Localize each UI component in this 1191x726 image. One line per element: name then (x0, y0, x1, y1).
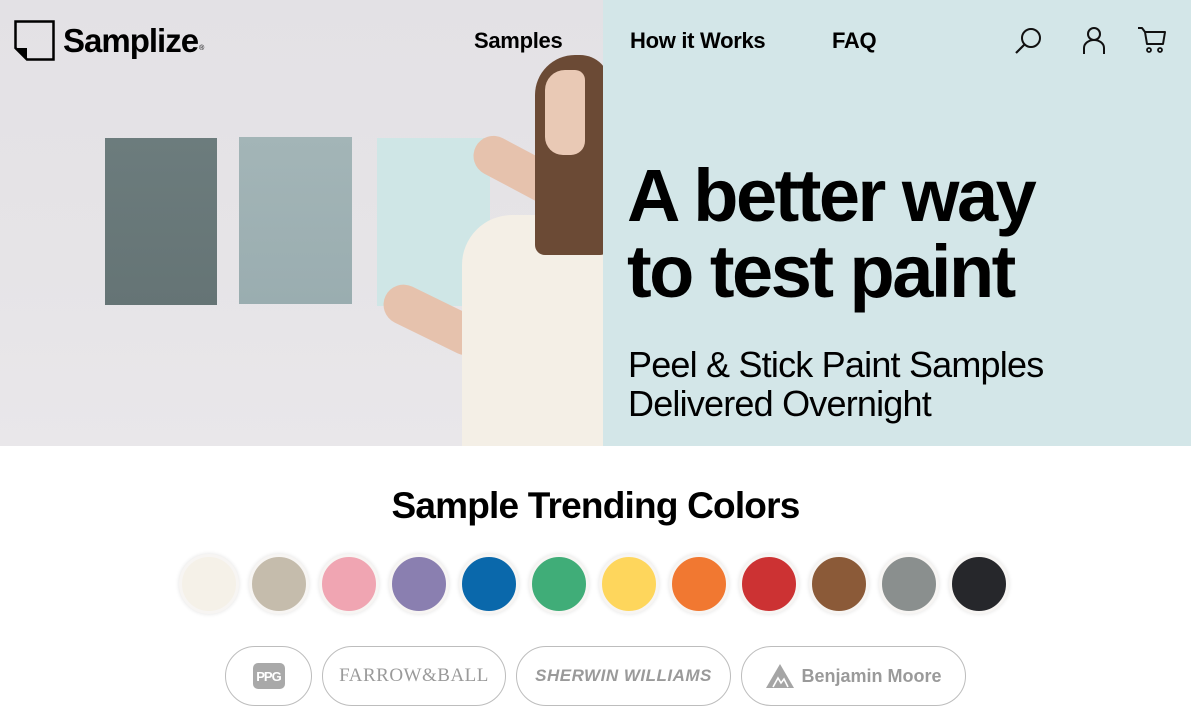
headline-line: to test paint (627, 230, 1016, 313)
trending-color-swatch[interactable] (669, 554, 729, 614)
cart-icon[interactable] (1137, 26, 1169, 56)
trending-color-swatch[interactable] (599, 554, 659, 614)
subheadline-line: Peel & Stick Paint Samples (628, 344, 1044, 385)
trending-colors-title: Sample Trending Colors (391, 485, 801, 526)
trending-color-swatch[interactable] (879, 554, 939, 614)
logo[interactable]: Samplize ® (14, 20, 204, 61)
ppg-logo: PPG (252, 663, 285, 689)
trending-color-swatch[interactable] (179, 554, 239, 614)
benjamin-moore-logo: Benjamin Moore (801, 665, 942, 686)
hero-headline: A better way to test paint (627, 154, 1037, 313)
account-icon[interactable] (1078, 26, 1110, 56)
subheadline-line: Delivered Overnight (628, 383, 932, 424)
trending-color-swatch[interactable] (249, 554, 309, 614)
sherwin-williams-logo: SHERWIN WILLIAMS (535, 666, 712, 685)
trending-color-swatch[interactable] (319, 554, 379, 614)
nav-faq[interactable]: FAQ (832, 28, 877, 54)
top-nav: Samplize ® Samples How it Works FAQ (0, 0, 1191, 80)
brand-farrow-ball-button[interactable]: FARROW&BALL (322, 646, 506, 706)
wall-swatch-medium (239, 137, 352, 304)
hero-section: Samplize ® Samples How it Works FAQ A bet… (0, 0, 1191, 446)
trending-color-swatch[interactable] (949, 554, 1009, 614)
trending-color-list (179, 554, 1009, 614)
farrow-ball-logo: FARROW&BALL (339, 665, 489, 686)
logo-mark-icon (14, 20, 55, 61)
logo-text: Samplize (63, 21, 199, 59)
trending-color-swatch[interactable] (389, 554, 449, 614)
trending-color-swatch[interactable] (739, 554, 799, 614)
benjamin-moore-mountain-icon (766, 664, 795, 688)
brand-ppg-button[interactable]: PPG (225, 646, 312, 706)
registered-mark: ® (199, 45, 205, 52)
trending-color-swatch[interactable] (459, 554, 519, 614)
brand-filter-list: PPG FARROW&BALL SHERWIN WILLIAMS Benjami… (225, 646, 966, 706)
brand-sherwin-williams-button[interactable]: SHERWIN WILLIAMS (516, 646, 731, 706)
headline-line: A better way (627, 154, 1037, 237)
brand-benjamin-moore-button[interactable]: Benjamin Moore (741, 646, 966, 706)
wall-swatch-dark (105, 138, 217, 305)
search-icon[interactable] (1013, 26, 1045, 56)
nav-how-it-works[interactable]: How it Works (630, 28, 766, 54)
person-face (545, 70, 585, 155)
trending-color-swatch[interactable] (529, 554, 589, 614)
trending-color-swatch[interactable] (809, 554, 869, 614)
hero-subheadline: Peel & Stick Paint Samples Delivered Ove… (628, 344, 1044, 424)
nav-samples[interactable]: Samples (474, 28, 563, 54)
